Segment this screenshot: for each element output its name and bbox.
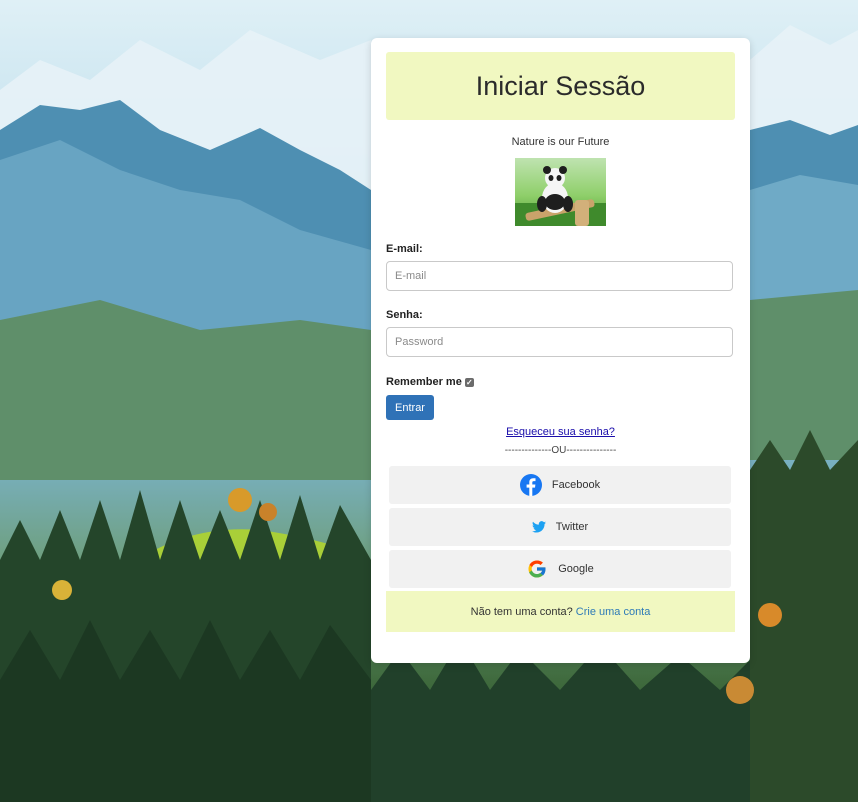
remember-checkbox[interactable]: ✓ bbox=[464, 377, 474, 387]
panda-image bbox=[515, 158, 606, 226]
google-icon bbox=[526, 558, 548, 580]
remember-me: Remember me ✓ bbox=[386, 376, 474, 388]
facebook-label: Facebook bbox=[551, 479, 601, 491]
or-divider: --------------OU--------------- bbox=[504, 445, 617, 456]
twitter-icon bbox=[531, 521, 546, 533]
signup-banner: Não tem uma conta? Crie uma conta bbox=[386, 591, 735, 632]
signup-prompt: Não tem uma conta? bbox=[470, 605, 573, 618]
facebook-button[interactable]: Facebook bbox=[389, 466, 731, 504]
facebook-icon bbox=[519, 474, 542, 496]
remember-label: Remember me bbox=[386, 376, 462, 388]
signup-link[interactable]: Crie uma conta bbox=[576, 606, 651, 618]
twitter-button[interactable]: Twitter bbox=[389, 508, 731, 546]
login-card: Iniciar Sessão Nature is our Future E-ma… bbox=[371, 38, 750, 663]
google-label: Google bbox=[558, 563, 594, 575]
page-title: Iniciar Sessão bbox=[475, 70, 646, 101]
forgot-password-link[interactable]: Esqueceu sua senha? bbox=[506, 426, 615, 438]
forgot-password: Esqueceu sua senha? bbox=[371, 422, 750, 440]
password-label: Senha: bbox=[386, 309, 423, 321]
title-banner: Iniciar Sessão bbox=[386, 52, 735, 120]
email-label: E-mail: bbox=[386, 243, 423, 255]
twitter-label: Twitter bbox=[555, 521, 589, 533]
tagline: Nature is our Future bbox=[511, 136, 610, 148]
email-field[interactable] bbox=[386, 261, 733, 291]
google-button[interactable]: Google bbox=[389, 550, 731, 588]
password-field[interactable] bbox=[386, 327, 733, 357]
submit-button[interactable]: Entrar bbox=[386, 395, 434, 420]
